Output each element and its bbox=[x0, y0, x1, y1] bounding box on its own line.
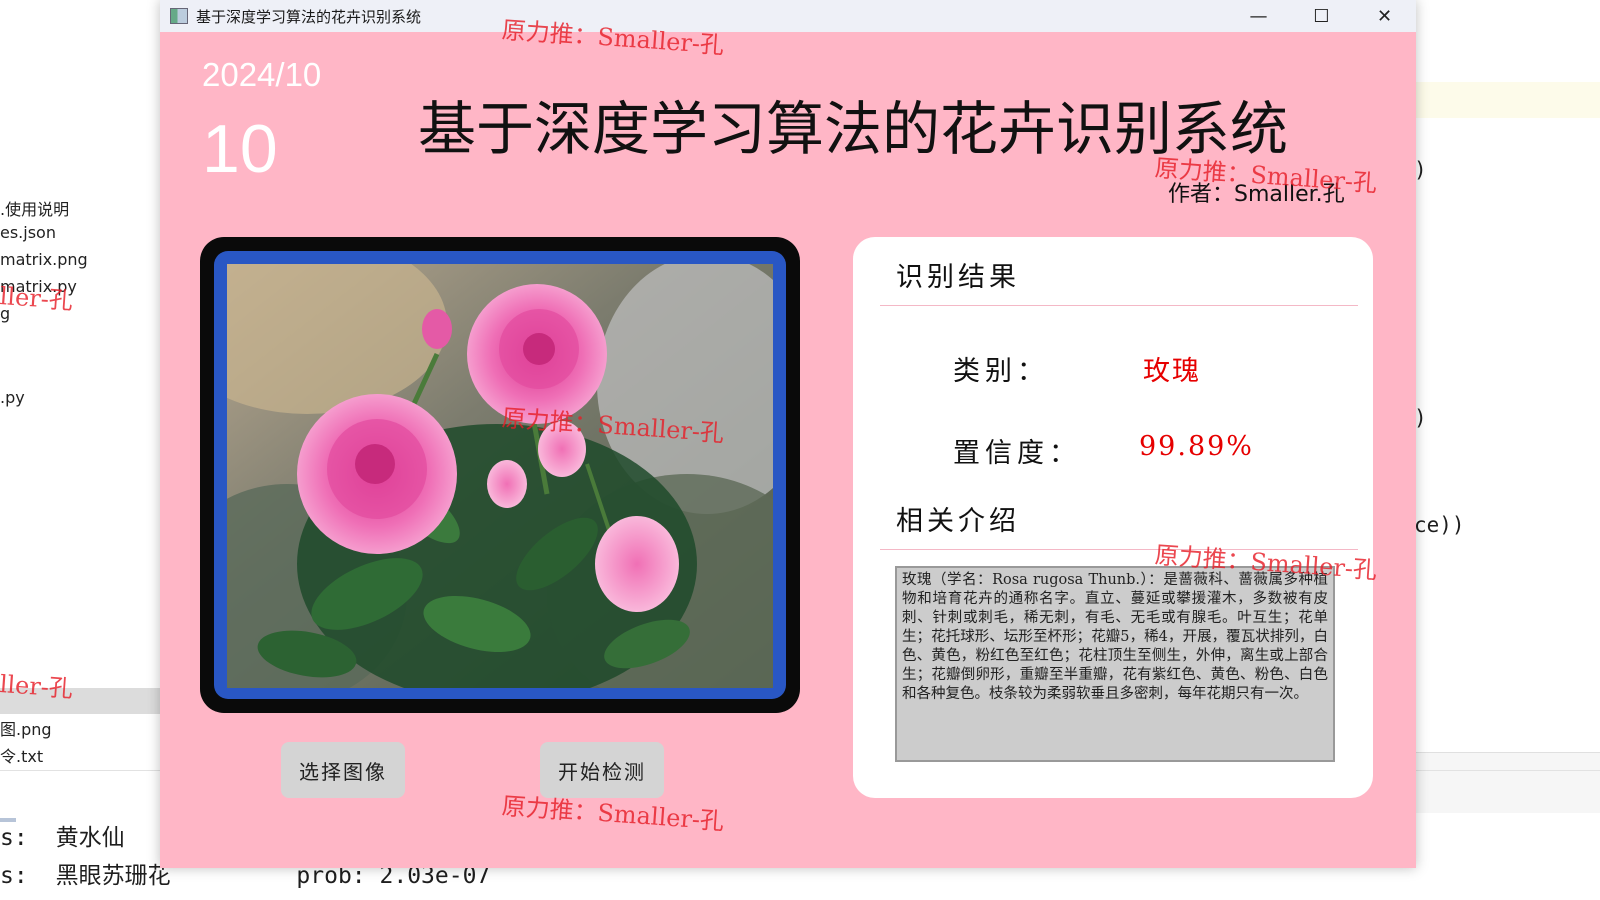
close-button[interactable]: ✕ bbox=[1353, 0, 1416, 32]
terminal-line: s: 黄水仙 bbox=[0, 818, 125, 852]
terminal-prefix: s: bbox=[0, 863, 28, 889]
window-controls: — ☐ ✕ bbox=[1227, 0, 1416, 32]
result-heading-divider bbox=[880, 305, 1358, 306]
file-tree-item[interactable]: g bbox=[0, 304, 10, 323]
terminal-class-name: 黄水仙 bbox=[55, 825, 125, 851]
date-label: 2024/10 bbox=[202, 56, 322, 93]
start-detect-button[interactable]: 开始检测 bbox=[540, 742, 664, 798]
window-title: 基于深度学习算法的花卉识别系统 bbox=[196, 7, 422, 26]
app-window: 基于深度学习算法的花卉识别系统 — ☐ ✕ 2024/10 10 基于深度学习算… bbox=[160, 0, 1416, 868]
file-tree-item[interactable]: matrix.py bbox=[0, 277, 77, 296]
file-tree-item[interactable]: 图.png bbox=[0, 716, 52, 740]
minimize-icon: — bbox=[1249, 5, 1268, 27]
file-tree-item[interactable]: matrix.png bbox=[0, 250, 88, 269]
app-icon bbox=[170, 8, 188, 24]
file-tree-item[interactable]: es.json bbox=[0, 223, 56, 242]
select-image-button[interactable]: 选择图像 bbox=[281, 742, 405, 798]
intro-heading: 相关介绍 bbox=[896, 506, 1020, 537]
close-icon: ✕ bbox=[1376, 5, 1393, 27]
minimize-button[interactable]: — bbox=[1227, 0, 1290, 32]
maximize-button[interactable]: ☐ bbox=[1290, 0, 1353, 32]
result-card: 识别结果 类别： 玫瑰 置信度： 99.89% 相关介绍 玫瑰（学名：Rosa … bbox=[853, 237, 1373, 798]
author-label: 作者：Smaller.孔 bbox=[1168, 182, 1345, 207]
intro-textbox[interactable]: 玫瑰（学名：Rosa rugosa Thunb.）：是蔷薇科、蔷薇属多种植物和培… bbox=[895, 566, 1335, 762]
result-heading: 识别结果 bbox=[896, 262, 1020, 293]
code-fragment: ce)) bbox=[1414, 513, 1465, 537]
terminal-prefix: s: bbox=[0, 825, 28, 851]
category-label: 类别： bbox=[953, 356, 1049, 387]
confidence-value: 99.89% bbox=[1139, 431, 1254, 462]
image-frame bbox=[200, 237, 800, 713]
rose-photo-illustration bbox=[227, 264, 773, 688]
image-frame-inner bbox=[214, 251, 786, 699]
editor-bottom-panel bbox=[1416, 752, 1600, 813]
window-titlebar[interactable]: 基于深度学习算法的花卉识别系统 — ☐ ✕ bbox=[160, 0, 1416, 32]
file-tree-item[interactable]: .使用说明 bbox=[0, 196, 69, 220]
editor-current-line-highlight bbox=[1416, 82, 1600, 118]
flower-image bbox=[227, 264, 773, 688]
page-title: 基于深度学习算法的花卉识别系统 bbox=[418, 95, 1289, 163]
terminal-class-name: 黑眼苏珊花 bbox=[55, 863, 171, 889]
file-tree-item[interactable]: .py bbox=[0, 388, 25, 407]
day-label: 10 bbox=[202, 111, 278, 187]
intro-heading-divider bbox=[880, 549, 1358, 550]
file-tree-section-divider bbox=[0, 688, 160, 714]
confidence-label: 置信度： bbox=[953, 438, 1081, 469]
maximize-icon: ☐ bbox=[1313, 5, 1330, 27]
file-tree-item[interactable]: 令.txt bbox=[0, 743, 43, 767]
category-value: 玫瑰 bbox=[1143, 356, 1201, 387]
